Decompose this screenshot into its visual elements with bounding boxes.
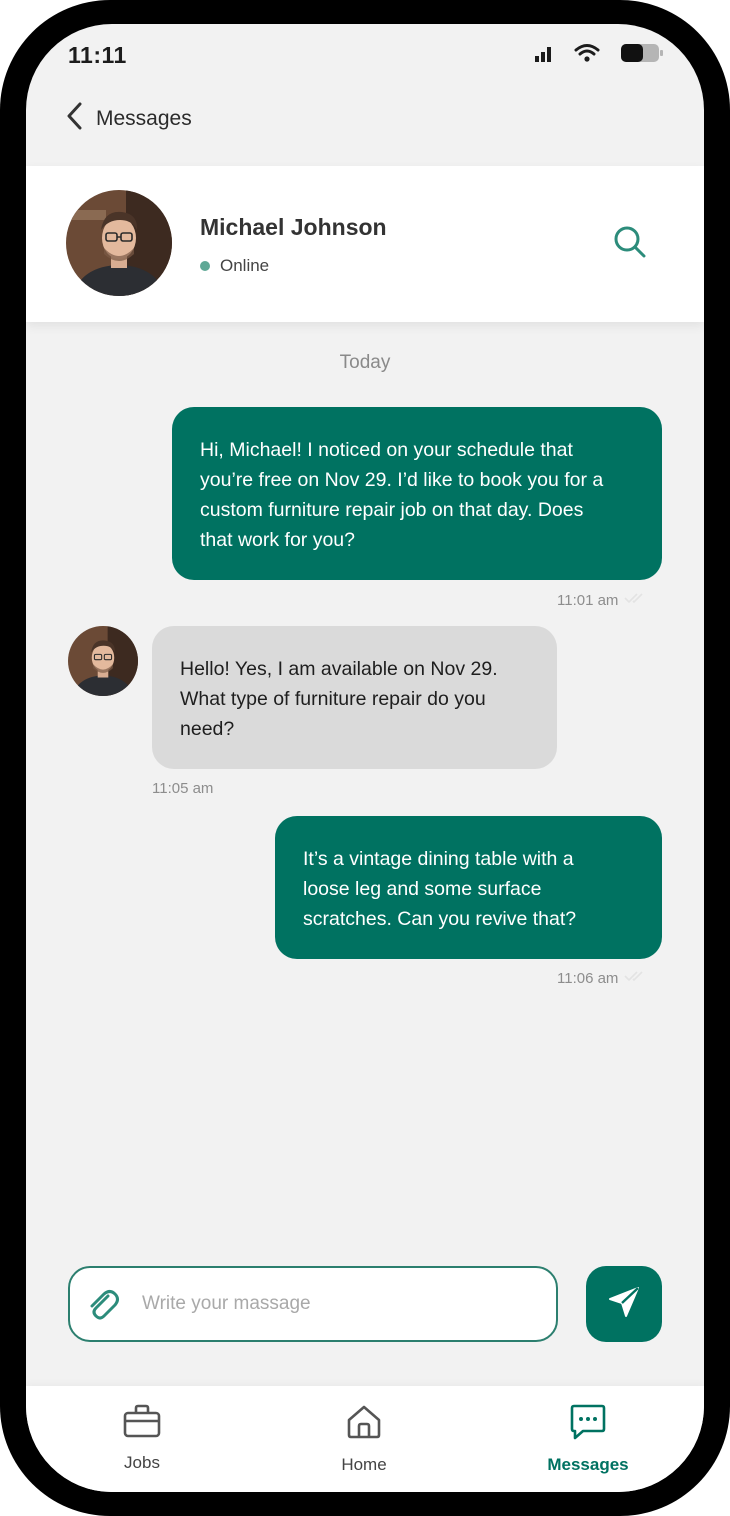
message-bubble-outgoing[interactable]: Hi, Michael! I noticed on your schedule …: [172, 407, 662, 580]
chevron-left-icon: [66, 102, 82, 135]
message-text: Hello! Yes, I am available on Nov 29. Wh…: [180, 658, 498, 740]
tab-messages[interactable]: Messages: [508, 1404, 668, 1475]
message-input[interactable]: [142, 1282, 542, 1326]
bottom-nav: Jobs Home Messages: [26, 1386, 704, 1492]
phone-frame: 11:11 Messages Michael Johnson Online To…: [0, 0, 730, 1516]
send-icon: [606, 1284, 642, 1325]
search-button[interactable]: [612, 224, 648, 265]
contact-name: Michael Johnson: [200, 214, 387, 240]
message-text: It’s a vintage dining table with a loose…: [303, 848, 577, 930]
status-time: 11:11: [68, 42, 127, 68]
tab-label: Jobs: [124, 1453, 160, 1472]
status-icons: [534, 42, 664, 69]
paperclip-icon: [84, 1290, 122, 1328]
attach-button[interactable]: [84, 1286, 122, 1329]
sender-avatar: [68, 626, 138, 696]
search-icon: [612, 226, 648, 264]
message-timestamp: 11:05 am: [152, 780, 214, 797]
double-check-icon: [624, 969, 650, 987]
contact-status: Online: [200, 256, 269, 276]
send-button[interactable]: [586, 1266, 662, 1342]
briefcase-icon: [123, 1404, 161, 1443]
message-timestamp: 11:01 am: [557, 591, 650, 609]
message-bubble-incoming[interactable]: Hello! Yes, I am available on Nov 29. Wh…: [152, 626, 557, 769]
message-bubble-outgoing[interactable]: It’s a vintage dining table with a loose…: [275, 816, 662, 959]
message-text: Hi, Michael! I noticed on your schedule …: [200, 439, 604, 551]
chat-icon: [569, 1404, 607, 1445]
contact-header: Michael Johnson Online: [26, 166, 704, 322]
screen: 11:11 Messages Michael Johnson Online To…: [26, 24, 704, 1492]
message-timestamp: 11:06 am: [557, 969, 650, 987]
cellular-signal-icon: [534, 43, 554, 68]
day-separator: Today: [339, 352, 391, 373]
tab-label: Messages: [547, 1455, 629, 1474]
back-button[interactable]: Messages: [66, 102, 192, 135]
tab-label: Home: [341, 1455, 387, 1474]
tab-home[interactable]: Home: [284, 1404, 444, 1475]
home-icon: [346, 1404, 382, 1445]
back-label: Messages: [96, 106, 192, 130]
double-check-icon: [624, 591, 650, 609]
contact-status-text: Online: [220, 256, 270, 275]
message-composer: [68, 1266, 558, 1342]
contact-avatar[interactable]: [66, 190, 172, 296]
online-indicator: [200, 261, 210, 271]
wifi-icon: [574, 43, 600, 68]
battery-icon: [620, 42, 664, 69]
tab-jobs[interactable]: Jobs: [62, 1404, 222, 1473]
